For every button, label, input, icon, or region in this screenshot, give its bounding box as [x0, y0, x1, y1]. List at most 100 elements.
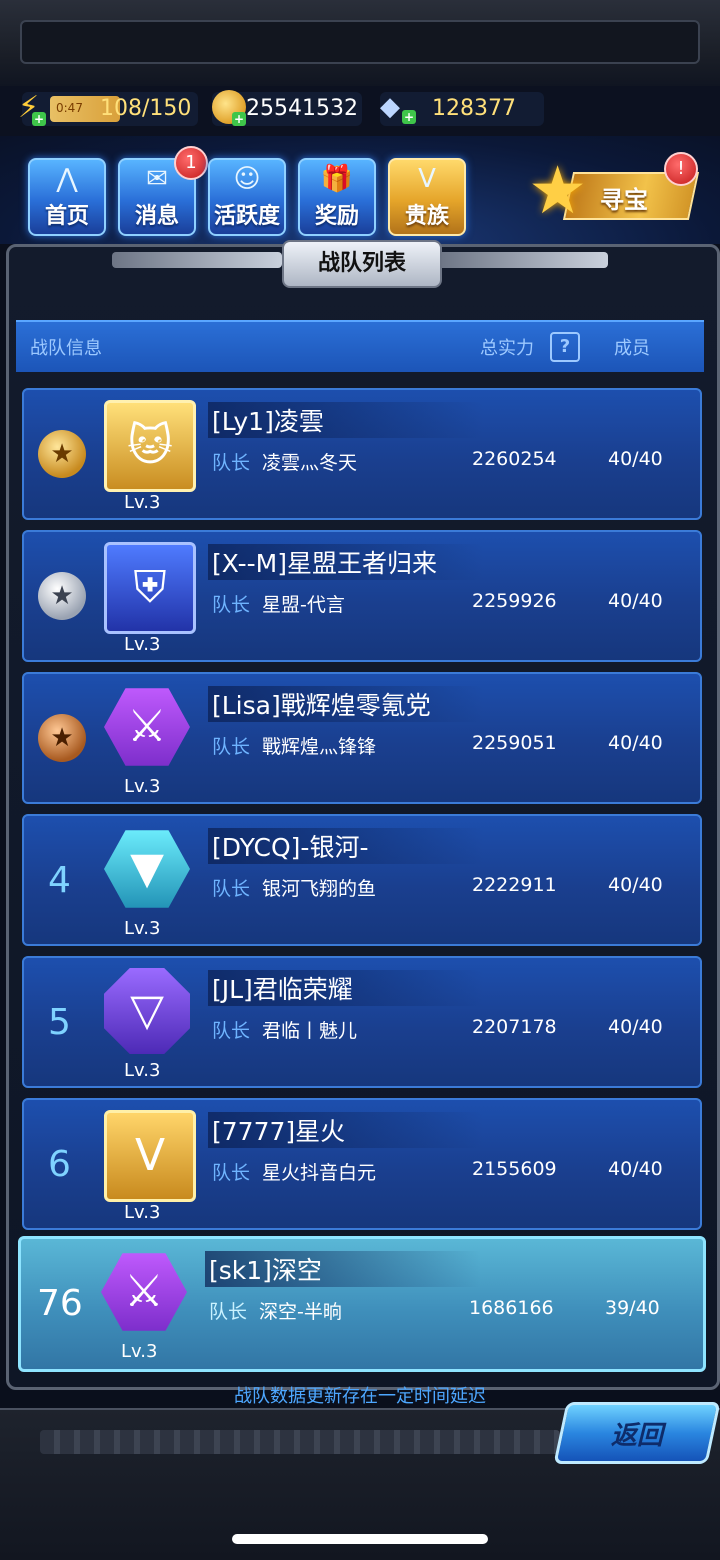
team-rank: 5	[48, 1002, 71, 1043]
noble-button[interactable]: V 贵族	[388, 158, 466, 236]
add-diamond-icon[interactable]: +	[402, 110, 416, 124]
activity-label: 活跃度	[213, 204, 280, 229]
captain-name: 星盟-代言	[262, 594, 345, 616]
bottom-frame-deco	[40, 1430, 560, 1454]
col-members: 成员	[614, 338, 650, 359]
home-icon: ⋀	[56, 164, 78, 194]
top-frame	[0, 0, 720, 94]
captain-label: 队长	[212, 736, 251, 758]
gold-counter[interactable]: + 25541532	[212, 90, 362, 126]
treasure-label: 寻宝	[600, 186, 648, 214]
captain-label: 队长	[212, 878, 251, 900]
title-wing-right	[438, 252, 608, 268]
team-level: Lv.3	[121, 1341, 158, 1362]
captain-label: 队长	[212, 452, 251, 474]
home-indicator[interactable]	[232, 1534, 488, 1544]
captain-name: 星火抖音白元	[262, 1162, 377, 1184]
team-name: [DYCQ]-银河-	[212, 833, 369, 862]
gold-medal-icon: ★	[38, 430, 86, 478]
team-name: [Lisa]戰辉煌零氪党	[212, 691, 431, 720]
captain-label: 队长	[212, 594, 251, 616]
gift-icon: 🎁	[320, 164, 354, 194]
captain-name: 深空-半晌	[259, 1301, 342, 1323]
team-level: Lv.3	[124, 1060, 161, 1081]
team-row[interactable]: 5 ▽ Lv.3 [JL]君临荣耀 队长 君临丨魅儿 2207178 40/40	[22, 956, 702, 1088]
warrior-emblem-icon: ⚔	[104, 688, 190, 766]
shield-emblem-icon: ⛨	[104, 542, 196, 634]
captain-name: 戰辉煌灬锋锋	[262, 736, 377, 758]
team-row[interactable]: ★ ⚔ Lv.3 [Lisa]戰辉煌零氪党 队长 戰辉煌灬锋锋 2259051 …	[22, 672, 702, 804]
team-row[interactable]: ★ 🐱 Lv.3 [Ly1]凌雲 队长 凌雲灬冬天 2260254 40/40	[22, 388, 702, 520]
activity-button[interactable]: ☺ 活跃度	[208, 158, 286, 236]
team-name: [X--M]星盟王者归来	[212, 549, 438, 578]
captain-label: 队长	[212, 1162, 251, 1184]
team-name: [Ly1]凌雲	[212, 407, 324, 436]
captain-name: 凌雲灬冬天	[262, 452, 358, 474]
list-header: 战队信息 总实力 ? 成员	[16, 320, 704, 372]
team-level: Lv.3	[124, 492, 161, 513]
team-power: 2259051	[472, 732, 557, 754]
col-team-info: 战队信息	[30, 338, 102, 359]
noble-label: 贵族	[404, 204, 449, 229]
team-level: Lv.3	[124, 776, 161, 797]
diamond-value: 128377	[432, 96, 516, 121]
energy-timer-text: 0:47	[56, 101, 83, 115]
team-power: 2222911	[472, 874, 557, 896]
messages-badge: 1	[174, 146, 208, 180]
team-members: 40/40	[608, 1016, 663, 1038]
my-team-rank: 76	[37, 1283, 83, 1324]
silver-medal-icon: ★	[38, 572, 86, 620]
team-members: 40/40	[608, 448, 663, 470]
captain-name: 君临丨魅儿	[262, 1020, 358, 1042]
treasure-badge: !	[664, 152, 698, 186]
v-emblem-icon: V	[104, 1110, 196, 1202]
add-gold-icon[interactable]: +	[232, 112, 246, 126]
team-level: Lv.3	[124, 918, 161, 939]
team-members: 39/40	[605, 1297, 660, 1319]
gold-value: 25541532	[246, 96, 358, 121]
panel-title-text: 战队列表	[317, 251, 406, 276]
team-power: 1686166	[469, 1297, 554, 1319]
bronze-medal-icon: ★	[38, 714, 86, 762]
team-level: Lv.3	[124, 634, 161, 655]
team-name: [JL]君临荣耀	[212, 975, 353, 1004]
energy-counter[interactable]: 0:47 108/150 ⚡ +	[18, 90, 198, 126]
team-row[interactable]: 4 ▼ Lv.3 [DYCQ]-银河- 队长 银河飞翔的鱼 2222911 40…	[22, 814, 702, 946]
cat-emblem-icon: 🐱	[104, 400, 196, 492]
captain-label: 队长	[212, 1020, 251, 1042]
team-members: 40/40	[608, 732, 663, 754]
team-row[interactable]: ★ ⛨ Lv.3 [X--M]星盟王者归来 队长 星盟-代言 2259926 4…	[22, 530, 702, 662]
home-button[interactable]: ⋀ 首页	[28, 158, 106, 236]
triangle-emblem-icon: ▽	[104, 968, 190, 1054]
team-power: 2207178	[472, 1016, 557, 1038]
panel-title: 战队列表	[282, 240, 442, 288]
team-power: 2260254	[472, 448, 557, 470]
team-name: [7777]星火	[212, 1117, 346, 1146]
my-team-row[interactable]: 76 ⚔ Lv.3 [sk1]深空 队长 深空-半晌 1686166 39/40	[18, 1236, 706, 1372]
team-name: [sk1]深空	[209, 1256, 322, 1285]
rewards-button[interactable]: 🎁 奖励	[298, 158, 376, 236]
title-wing-left	[112, 252, 282, 268]
team-members: 40/40	[608, 590, 663, 612]
col-total-power: 总实力	[480, 338, 534, 359]
team-row[interactable]: 6 V Lv.3 [7777]星火 队长 星火抖音白元 2155609 40/4…	[22, 1098, 702, 1230]
top-frame-strip	[20, 20, 700, 64]
team-level: Lv.3	[124, 1202, 161, 1223]
captain-label: 队长	[209, 1301, 248, 1323]
captain-name: 银河飞翔的鱼	[262, 878, 377, 900]
power-help-icon[interactable]: ?	[550, 332, 580, 362]
add-energy-icon[interactable]: +	[32, 112, 46, 126]
home-label: 首页	[44, 204, 89, 229]
team-members: 40/40	[608, 874, 663, 896]
team-rank: 4	[48, 860, 71, 901]
rewards-label: 奖励	[314, 204, 359, 229]
v-chevron-icon: V	[418, 164, 436, 194]
messages-label: 消息	[134, 204, 179, 229]
team-power: 2155609	[472, 1158, 557, 1180]
smile-icon: ☺	[233, 164, 261, 194]
team-members: 40/40	[608, 1158, 663, 1180]
back-button[interactable]: 返回	[553, 1402, 720, 1464]
warrior-emblem-icon: ⚔	[101, 1253, 187, 1331]
diamond-counter[interactable]: ◆ + 128377	[380, 92, 544, 126]
energy-value: 108/150	[100, 96, 192, 121]
